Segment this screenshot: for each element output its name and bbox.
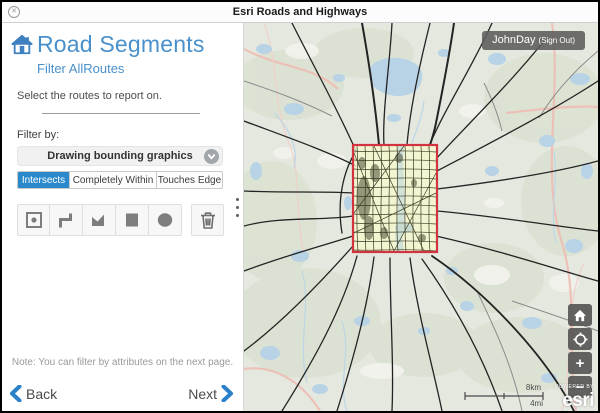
window-title: Esri Roads and Highways xyxy=(2,6,598,18)
polygon-icon xyxy=(89,210,109,230)
back-button[interactable]: Back xyxy=(9,385,61,402)
rectangle-tool-button[interactable] xyxy=(116,204,149,236)
locate-button[interactable] xyxy=(568,328,592,350)
panel-resize-handle[interactable] xyxy=(232,195,242,219)
filter-by-label: Filter by: xyxy=(17,129,243,141)
trash-button[interactable] xyxy=(191,204,224,236)
chevron-left-icon xyxy=(9,385,22,402)
filter-panel: Road Segments Filter AllRoutes Select th… xyxy=(2,23,244,411)
user-name: JohnDay xyxy=(492,34,535,46)
app-window: ✕ Esri Roads and Highways Road Segments … xyxy=(0,0,600,413)
dropdown-selected-value: Drawing bounding graphics xyxy=(47,150,192,162)
signout-label: (Sign Out) xyxy=(539,36,575,45)
plus-icon: + xyxy=(576,356,585,371)
back-label: Back xyxy=(26,386,57,402)
locate-icon xyxy=(573,332,588,347)
rectangle-icon xyxy=(122,210,142,230)
handle-dot xyxy=(236,214,239,217)
user-signout-button[interactable]: JohnDay (Sign Out) xyxy=(482,31,585,50)
trash-icon xyxy=(198,210,218,230)
filter-method-dropdown[interactable]: Drawing bounding graphics xyxy=(17,146,223,166)
handle-dot xyxy=(236,198,239,201)
basemap-svg: 8km 4mi xyxy=(244,23,598,411)
circle-tool-button[interactable] xyxy=(149,204,182,236)
next-button[interactable]: Next xyxy=(184,385,234,402)
tab-completely-within[interactable]: Completely Within xyxy=(69,172,156,188)
handle-dot xyxy=(236,206,239,209)
scale-mi-label: 4mi xyxy=(530,399,543,408)
home-icon xyxy=(573,309,587,322)
circle-icon xyxy=(155,210,175,230)
instruction-text: Select the routes to report on. xyxy=(17,90,243,102)
esri-logo[interactable]: POWERED BY esri xyxy=(555,385,594,410)
chevron-right-icon xyxy=(221,385,234,402)
divider xyxy=(42,113,200,114)
point-tool-button[interactable] xyxy=(17,204,50,236)
title-bar: ✕ Esri Roads and Highways xyxy=(2,2,598,23)
polyline-tool-button[interactable] xyxy=(50,204,83,236)
home-button[interactable] xyxy=(568,304,592,326)
spatial-filter-tabs: Intersects Completely Within Touches Edg… xyxy=(17,171,223,189)
scale-km-label: 8km xyxy=(526,383,541,392)
home-house-icon xyxy=(11,34,33,56)
zoom-in-button[interactable]: + xyxy=(568,352,592,374)
map-canvas[interactable]: 8km 4mi JohnDay (Sign Out) xyxy=(244,23,598,411)
polygon-tool-button[interactable] xyxy=(83,204,116,236)
draw-tool-group xyxy=(17,204,182,236)
tab-touches-edge[interactable]: Touches Edge xyxy=(156,172,222,188)
tab-intersects[interactable]: Intersects xyxy=(18,172,69,188)
note-text: Note: You can filter by attributes on th… xyxy=(2,357,243,368)
page-title: Road Segments xyxy=(37,31,205,58)
next-label: Next xyxy=(188,386,217,402)
point-icon xyxy=(24,210,44,230)
chevron-down-icon[interactable] xyxy=(204,149,219,164)
polyline-icon xyxy=(56,210,76,230)
esri-brand-label: esri xyxy=(562,390,594,411)
page-subtitle: Filter AllRoutes xyxy=(37,61,243,76)
